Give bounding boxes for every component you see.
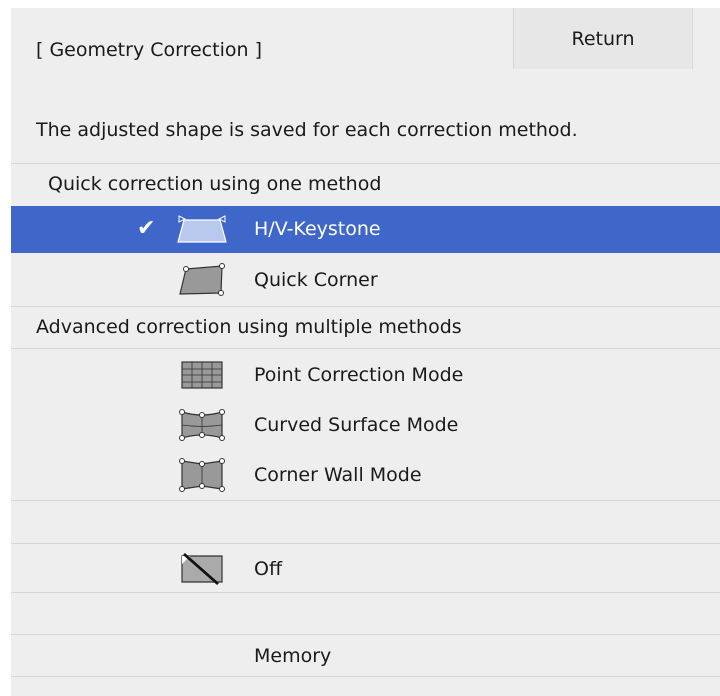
checkmark-icon: ✔ bbox=[137, 216, 156, 241]
menu-item-label: Quick Corner bbox=[254, 269, 378, 291]
section-label-advanced: Advanced correction using multiple metho… bbox=[36, 316, 462, 338]
menu-item-label: Off bbox=[254, 558, 283, 580]
menu-item-memory[interactable]: Memory bbox=[11, 634, 720, 676]
point-correction-icon bbox=[181, 361, 223, 389]
keystone-icon bbox=[177, 215, 227, 243]
menu-item-label: Corner Wall Mode bbox=[254, 464, 422, 486]
return-button[interactable]: Return bbox=[513, 8, 693, 69]
spacer-row bbox=[11, 500, 720, 543]
section-header-quick: Quick correction using one method bbox=[11, 163, 720, 206]
spacer-row bbox=[11, 592, 720, 634]
bottom-row bbox=[11, 676, 720, 696]
menu-item-label: Memory bbox=[254, 645, 332, 667]
quick-corner-icon bbox=[179, 263, 225, 296]
menu-item-point-correction[interactable]: Point Correction Mode bbox=[11, 348, 720, 400]
curved-surface-icon bbox=[179, 409, 225, 441]
corner-wall-icon bbox=[179, 458, 225, 492]
geometry-correction-panel: [ Geometry Correction ] Return The adjus… bbox=[11, 8, 720, 696]
menu-item-off[interactable]: Off bbox=[11, 543, 720, 592]
menu-item-label: Point Correction Mode bbox=[254, 364, 464, 386]
menu-item-label: Curved Surface Mode bbox=[254, 414, 459, 436]
menu-item-corner-wall[interactable]: Corner Wall Mode bbox=[11, 450, 720, 500]
menu-item-label: H/V-Keystone bbox=[254, 218, 381, 240]
section-header-advanced: Advanced correction using multiple metho… bbox=[11, 306, 720, 348]
menu-item-quick-corner[interactable]: Quick Corner bbox=[11, 253, 720, 306]
off-icon bbox=[181, 552, 223, 586]
page-title: [ Geometry Correction ] bbox=[36, 39, 262, 61]
menu-item-hv-keystone[interactable]: ✔ H/V-Keystone bbox=[11, 206, 720, 253]
section-label-quick: Quick correction using one method bbox=[48, 173, 382, 195]
menu-item-curved-surface[interactable]: Curved Surface Mode bbox=[11, 400, 720, 450]
description-text: The adjusted shape is saved for each cor… bbox=[36, 119, 578, 141]
